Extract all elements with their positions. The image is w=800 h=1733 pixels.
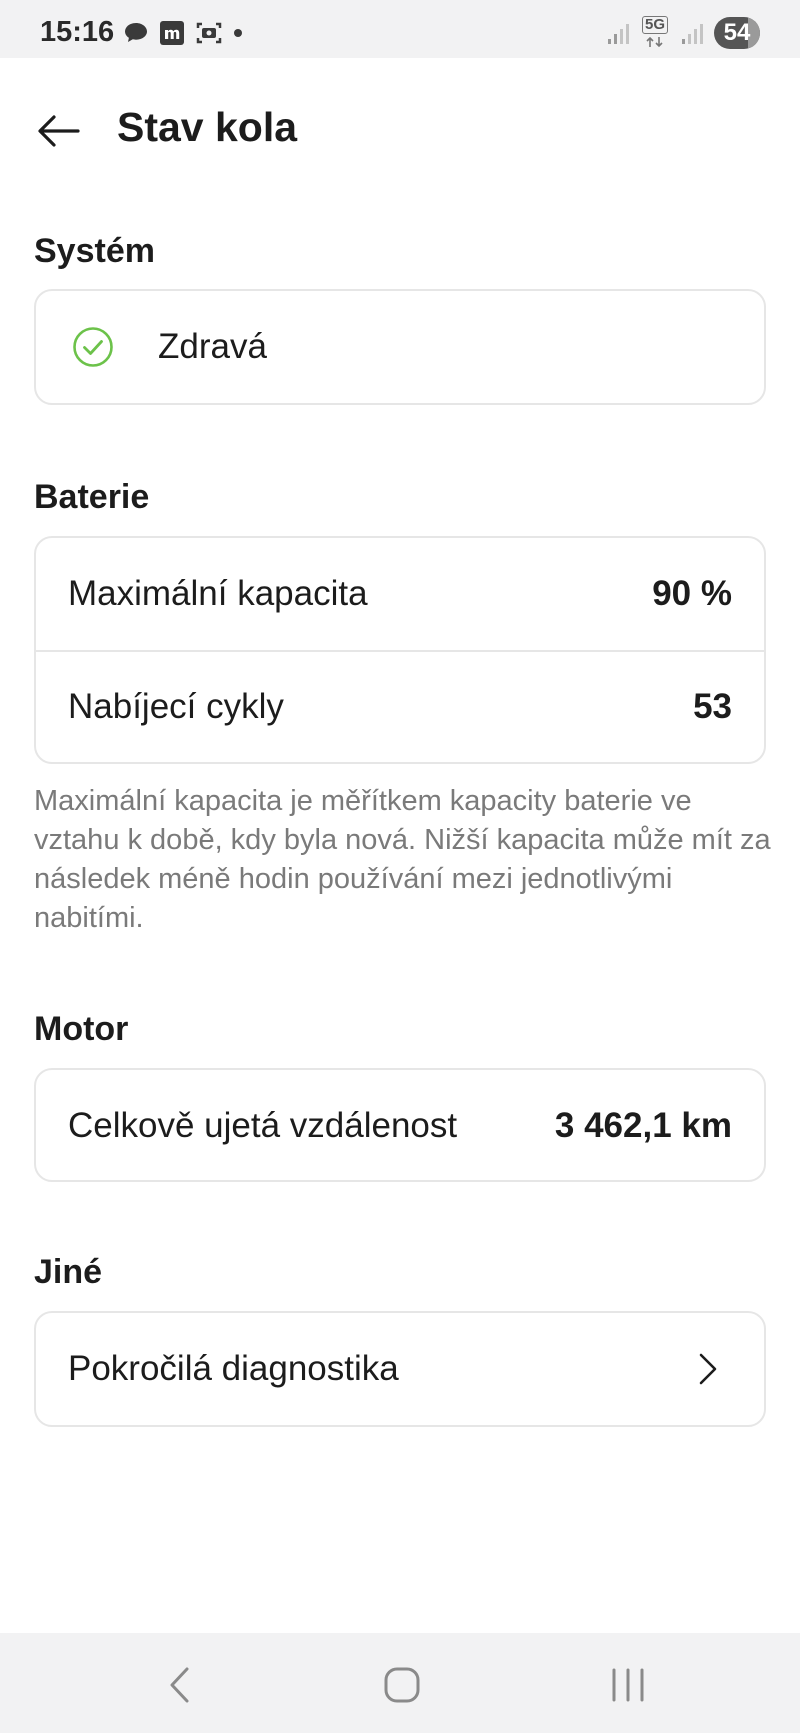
back-nav-icon [170, 1667, 189, 1703]
m-app-icon [160, 21, 184, 45]
other-card: Pokročilá diagnostika [34, 1311, 766, 1427]
system-status-label: Zdravá [158, 327, 267, 366]
row-label: Nabíjecí cykly [68, 687, 284, 726]
status-time: 15:16 [40, 16, 115, 48]
row-value: 90 % [652, 574, 732, 613]
motor-card: Celkově ujetá vzdálenost 3 462,1 km [34, 1068, 766, 1182]
row-value: 53 [693, 687, 732, 726]
signal-icon [682, 24, 703, 44]
system-status-row: Zdravá [36, 291, 764, 403]
network-label: 5G [642, 16, 669, 34]
chat-icon [125, 23, 147, 42]
chevron-right-icon [699, 1353, 717, 1385]
motor-row-total-distance: Celkově ujetá vzdálenost 3 462,1 km [36, 1070, 764, 1182]
nav-home-button[interactable] [378, 1663, 426, 1707]
battery-row-charge-cycles: Nabíjecí cykly 53 [36, 650, 764, 762]
row-value: 3 462,1 km [554, 1106, 732, 1145]
section-title-battery: Baterie [34, 478, 150, 516]
system-card: Zdravá [34, 289, 766, 405]
row-label: Maximální kapacita [68, 574, 368, 613]
battery-note: Maximální kapacita je měřítkem kapacity … [34, 785, 771, 934]
back-button[interactable] [34, 106, 84, 156]
notification-icons [123, 20, 243, 46]
app-bar: Stav kola [0, 58, 800, 198]
section-title-other: Jiné [34, 1253, 103, 1291]
nav-recents-button[interactable] [604, 1663, 652, 1707]
status-bar: 15:16 5G 54 [0, 0, 800, 58]
network-5g-icon: 5G [640, 16, 670, 48]
battery-icon: 54 [714, 17, 760, 49]
recents-nav-icon [612, 1668, 644, 1702]
nav-back-button[interactable] [156, 1663, 204, 1707]
battery-level: 54 [723, 19, 751, 46]
home-nav-icon [384, 1667, 420, 1703]
advanced-diagnostics-row[interactable]: Pokročilá diagnostika [36, 1313, 764, 1425]
row-label: Celkově ujetá vzdálenost [68, 1106, 458, 1145]
data-arrows-icon [646, 36, 663, 48]
dot-icon [234, 29, 242, 37]
page-title: Stav kola [117, 104, 298, 150]
check-circle-icon [73, 327, 113, 367]
status-right-icons: 5G 54 [606, 16, 760, 49]
section-title-system: Systém [34, 232, 155, 270]
screenshot-icon [196, 22, 222, 44]
battery-row-max-capacity: Maximální kapacita 90 % [36, 538, 764, 650]
arrow-left-icon [38, 115, 80, 147]
system-nav-bar [0, 1633, 800, 1733]
row-label: Pokročilá diagnostika [68, 1349, 399, 1388]
section-title-motor: Motor [34, 1010, 129, 1048]
battery-card: Maximální kapacita 90 % Nabíjecí cykly 5… [34, 536, 766, 764]
signal-icon [608, 24, 629, 44]
